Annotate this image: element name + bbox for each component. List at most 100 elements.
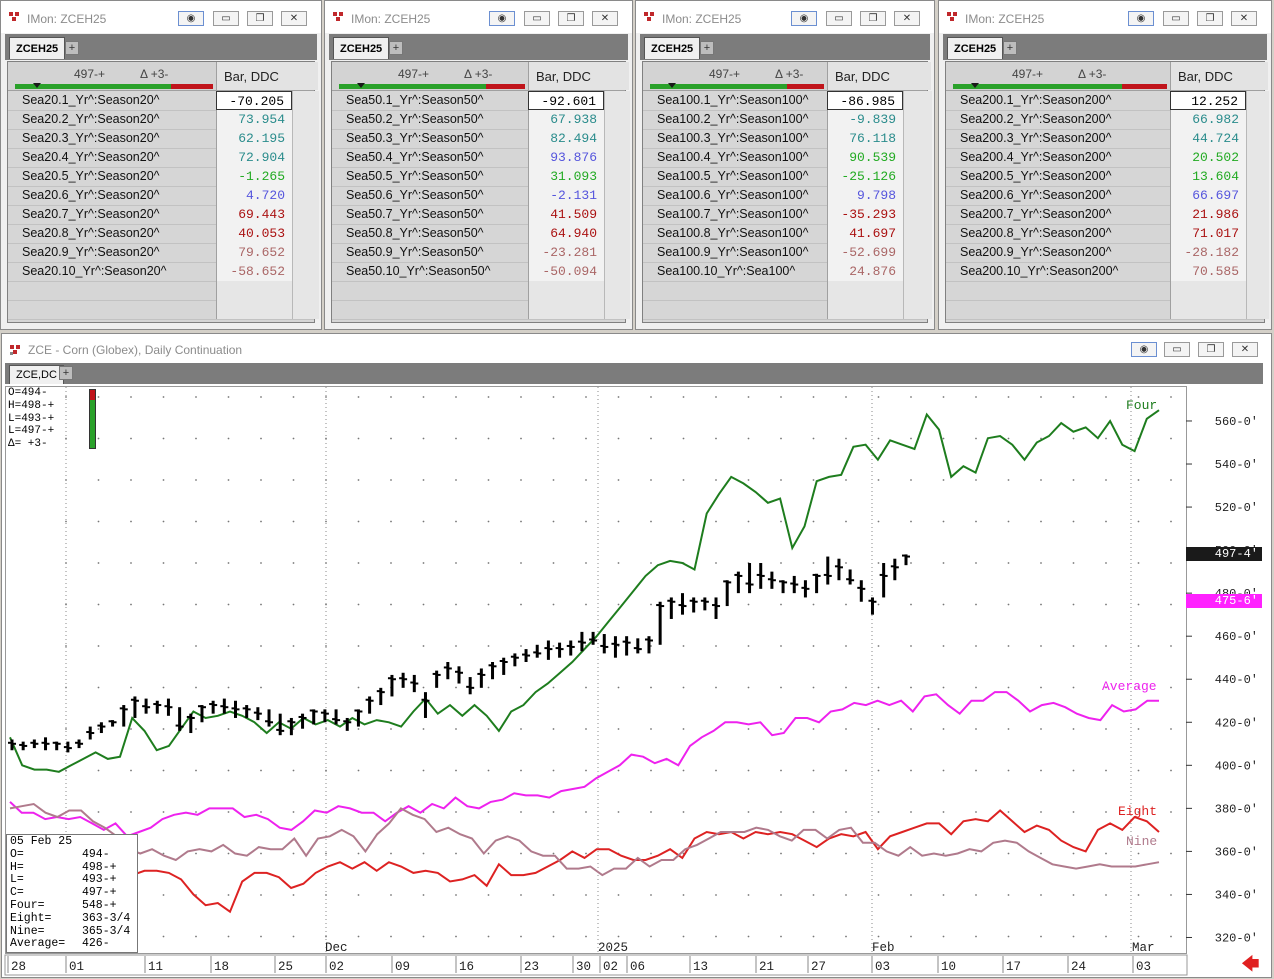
table-row[interactable]: Sea20.8_Yr^:Season20^ 40.053 <box>8 224 319 244</box>
table-row[interactable]: Sea200.10_Yr^:Season200^ 70.585 <box>946 262 1269 282</box>
empty-cell[interactable] <box>528 281 604 300</box>
row-value[interactable]: 9.798 <box>827 186 903 205</box>
table-row[interactable]: Sea20.7_Yr^:Season20^ 69.443 <box>8 205 319 225</box>
restore-button[interactable]: ❐ <box>860 11 886 26</box>
table-row[interactable] <box>8 281 319 301</box>
table-row[interactable]: Sea100.4_Yr^:Season100^ 90.539 <box>643 148 932 168</box>
row-value[interactable]: -25.126 <box>827 167 903 186</box>
minimize-button[interactable]: ▭ <box>1163 11 1189 26</box>
restore-button[interactable]: ❐ <box>558 11 584 26</box>
row-value[interactable]: 70.585 <box>1170 262 1246 281</box>
add-tab-button[interactable]: + <box>700 41 714 55</box>
table-row[interactable]: Sea200.6_Yr^:Season200^ 66.697 <box>946 186 1269 206</box>
empty-cell[interactable] <box>1170 300 1246 319</box>
minimize-button[interactable]: ▭ <box>1164 342 1190 357</box>
table-row[interactable]: Sea100.5_Yr^:Season100^ -25.126 <box>643 167 932 187</box>
tab-zce-dc[interactable]: ZCE,DC <box>9 365 64 384</box>
row-value[interactable]: 41.509 <box>528 205 604 224</box>
row-value[interactable]: 41.697 <box>827 224 903 243</box>
add-tab-button[interactable]: + <box>1003 41 1017 55</box>
row-value[interactable]: -23.281 <box>528 243 604 262</box>
tab-zceh25[interactable]: ZCEH25 <box>644 37 701 59</box>
column-header-bar-ddc[interactable]: Bar, DDC <box>216 62 318 90</box>
table-row[interactable]: Sea100.8_Yr^:Season100^ 41.697 <box>643 224 932 244</box>
table-row[interactable]: Sea50.1_Yr^:Season50^ -92.601 <box>332 91 630 111</box>
table-row[interactable]: Sea50.10_Yr^:Season50^ -50.094 <box>332 262 630 282</box>
row-value[interactable]: -2.131 <box>528 186 604 205</box>
table-row[interactable]: Sea200.9_Yr^:Season200^ -28.182 <box>946 243 1269 263</box>
row-value[interactable]: -1.265 <box>216 167 292 186</box>
row-value[interactable]: 62.195 <box>216 129 292 148</box>
tab-zceh25[interactable]: ZCEH25 <box>333 37 390 59</box>
table-row[interactable]: Sea100.2_Yr^:Season100^ -9.839 <box>643 110 932 130</box>
table-row[interactable]: Sea50.9_Yr^:Season50^ -23.281 <box>332 243 630 263</box>
table-row[interactable]: Sea200.4_Yr^:Season200^ 20.502 <box>946 148 1269 168</box>
row-value[interactable]: 4.720 <box>216 186 292 205</box>
table-row[interactable]: Sea50.8_Yr^:Season50^ 64.940 <box>332 224 630 244</box>
table-row[interactable]: Sea200.2_Yr^:Season200^ 66.982 <box>946 110 1269 130</box>
table-row[interactable] <box>643 300 932 320</box>
link-button[interactable]: ◉ <box>489 11 515 26</box>
table-row[interactable]: Sea50.7_Yr^:Season50^ 41.509 <box>332 205 630 225</box>
empty-cell[interactable] <box>528 300 604 319</box>
row-value[interactable]: 44.724 <box>1170 129 1246 148</box>
row-value[interactable]: -35.293 <box>827 205 903 224</box>
link-button[interactable]: ◉ <box>1131 342 1157 357</box>
table-row[interactable] <box>946 281 1269 301</box>
minimize-button[interactable]: ▭ <box>524 11 550 26</box>
minimize-button[interactable]: ▭ <box>213 11 239 26</box>
row-value[interactable]: -70.205 <box>216 91 292 110</box>
restore-button[interactable]: ❐ <box>1197 11 1223 26</box>
empty-cell[interactable] <box>827 281 903 300</box>
table-row[interactable] <box>643 281 932 301</box>
table-row[interactable]: Sea200.1_Yr^:Season200^ 12.252 <box>946 91 1269 111</box>
row-value[interactable]: 69.443 <box>216 205 292 224</box>
column-header-bar-ddc[interactable]: Bar, DDC <box>827 62 931 90</box>
scroll-left-arrow-icon[interactable]: 🡄 <box>1241 955 1261 973</box>
add-tab-button[interactable]: + <box>389 41 403 55</box>
table-row[interactable]: Sea100.7_Yr^:Season100^ -35.293 <box>643 205 932 225</box>
row-value[interactable]: -58.652 <box>216 262 292 281</box>
row-value[interactable]: 24.876 <box>827 262 903 281</box>
row-value[interactable]: 12.252 <box>1170 91 1246 110</box>
add-tab-button[interactable]: + <box>59 366 73 380</box>
link-button[interactable]: ◉ <box>178 11 204 26</box>
table-row[interactable]: Sea20.4_Yr^:Season20^ 72.904 <box>8 148 319 168</box>
row-value[interactable]: 72.904 <box>216 148 292 167</box>
row-value[interactable]: 66.697 <box>1170 186 1246 205</box>
restore-button[interactable]: ❐ <box>247 11 273 26</box>
table-row[interactable]: Sea20.9_Yr^:Season20^ 79.652 <box>8 243 319 263</box>
table-row[interactable]: Sea200.8_Yr^:Season200^ 71.017 <box>946 224 1269 244</box>
row-value[interactable]: 67.938 <box>528 110 604 129</box>
empty-cell[interactable] <box>216 281 292 300</box>
row-value[interactable]: 76.118 <box>827 129 903 148</box>
close-button[interactable]: ✕ <box>1232 342 1258 357</box>
link-button[interactable]: ◉ <box>1128 11 1154 26</box>
row-value[interactable]: -28.182 <box>1170 243 1246 262</box>
empty-cell[interactable] <box>1170 281 1246 300</box>
close-button[interactable]: ✕ <box>281 11 307 26</box>
close-button[interactable]: ✕ <box>1231 11 1257 26</box>
table-row[interactable] <box>946 300 1269 320</box>
table-row[interactable]: Sea50.4_Yr^:Season50^ 93.876 <box>332 148 630 168</box>
row-value[interactable]: -52.699 <box>827 243 903 262</box>
table-row[interactable]: Sea50.5_Yr^:Season50^ 31.093 <box>332 167 630 187</box>
table-row[interactable] <box>332 281 630 301</box>
empty-cell[interactable] <box>827 300 903 319</box>
row-value[interactable]: 66.982 <box>1170 110 1246 129</box>
table-row[interactable]: Sea200.7_Yr^:Season200^ 21.986 <box>946 205 1269 225</box>
row-value[interactable]: 73.954 <box>216 110 292 129</box>
table-row[interactable]: Sea100.1_Yr^:Season100^ -86.985 <box>643 91 932 111</box>
row-value[interactable]: 79.652 <box>216 243 292 262</box>
table-row[interactable]: Sea20.5_Yr^:Season20^ -1.265 <box>8 167 319 187</box>
add-tab-button[interactable]: + <box>65 41 79 55</box>
table-row[interactable]: Sea200.3_Yr^:Season200^ 44.724 <box>946 129 1269 149</box>
row-value[interactable]: -92.601 <box>528 91 604 110</box>
close-button[interactable]: ✕ <box>894 11 920 26</box>
row-value[interactable]: 31.093 <box>528 167 604 186</box>
chart-area[interactable]: Four Average Eight Nine <box>5 386 1187 954</box>
tab-zceh25[interactable]: ZCEH25 <box>9 37 66 59</box>
minimize-button[interactable]: ▭ <box>826 11 852 26</box>
table-row[interactable]: Sea50.6_Yr^:Season50^ -2.131 <box>332 186 630 206</box>
table-row[interactable]: Sea100.3_Yr^:Season100^ 76.118 <box>643 129 932 149</box>
